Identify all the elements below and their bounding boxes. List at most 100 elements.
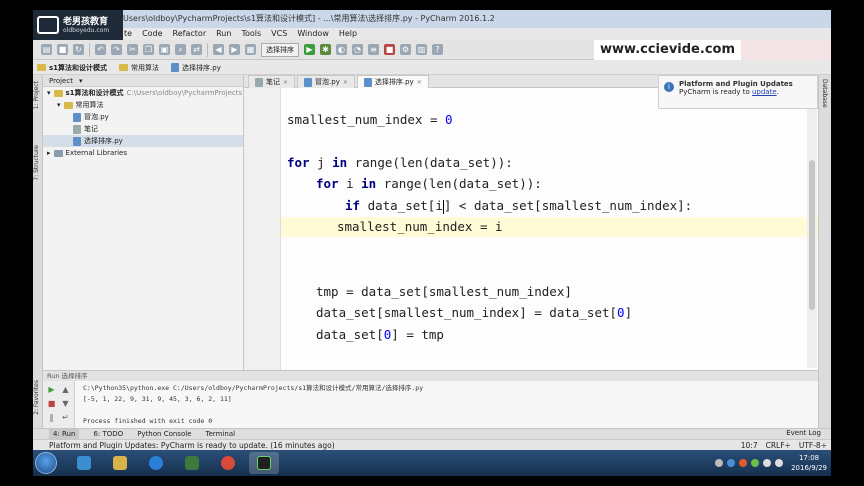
undo-icon[interactable]: ↶	[95, 44, 106, 55]
scroll-up-icon[interactable]: ▲	[61, 385, 70, 394]
editor-gutter[interactable]	[244, 88, 281, 370]
tree-root[interactable]: ▾ s1算法和设计模式 C:\Users\oldboy\PycharmProje…	[43, 87, 243, 99]
expand-arrow-icon[interactable]: ▾	[57, 99, 61, 111]
taskbar-app[interactable]	[177, 452, 207, 474]
stop-icon[interactable]: ■	[384, 44, 395, 55]
back-icon[interactable]: ◀	[213, 44, 224, 55]
tray-icon[interactable]	[751, 459, 760, 467]
rerun-icon[interactable]: ▶	[47, 385, 56, 394]
taskbar-app[interactable]	[213, 452, 243, 474]
update-notification[interactable]: i Platform and Plugin Updates PyCharm is…	[658, 75, 818, 109]
forward-icon[interactable]: ▶	[229, 44, 240, 55]
cut-icon[interactable]: ✂	[127, 44, 138, 55]
menu-navigate[interactable]: te	[123, 28, 133, 40]
status-message[interactable]: Platform and Plugin Updates: PyCharm is …	[49, 441, 335, 450]
chrome-icon	[221, 456, 235, 470]
menu-refactor[interactable]: Refactor	[172, 28, 208, 40]
profile-icon[interactable]: ◔	[352, 44, 363, 55]
scrollbar-thumb[interactable]	[809, 160, 815, 310]
breadcrumb-item[interactable]: 选择排序.py	[171, 63, 221, 73]
run-icon[interactable]: ▶	[304, 44, 315, 55]
tool-tab-python-console[interactable]: Python Console	[137, 429, 191, 439]
structure-tool-tab[interactable]: 7: Structure	[33, 145, 43, 181]
close-icon[interactable]: ✕	[417, 76, 422, 89]
tree-file-selected[interactable]: 选择排序.py	[43, 135, 243, 147]
update-link[interactable]: update	[752, 88, 777, 96]
menu-run[interactable]: Run	[215, 28, 232, 40]
code-text: smallest_num_index = i	[337, 219, 503, 234]
structure-icon[interactable]: ▥	[416, 44, 427, 55]
run-config-select[interactable]: 选择排序	[261, 42, 299, 57]
tool-tab-terminal[interactable]: Terminal	[205, 429, 235, 439]
editor-scrollbar[interactable]	[807, 90, 817, 368]
tray-icon[interactable]	[727, 459, 736, 467]
event-log-tab[interactable]: Event Log	[786, 428, 821, 439]
breadcrumb-item[interactable]: 常用算法	[119, 63, 159, 73]
network-icon[interactable]	[763, 459, 772, 467]
redo-icon[interactable]: ↷	[111, 44, 122, 55]
project-panel-title[interactable]: Project	[49, 75, 73, 86]
tool-tab-run[interactable]: 4: Run	[49, 429, 80, 439]
clock[interactable]: 17:08 2016/9/29	[791, 453, 827, 473]
scroll-down-icon[interactable]: ▼	[61, 399, 70, 408]
find-icon[interactable]: ⌕	[175, 44, 186, 55]
code-text: ]	[624, 305, 633, 320]
open-icon[interactable]: ▤	[41, 44, 52, 55]
start-button[interactable]	[35, 452, 57, 474]
close-icon[interactable]: ✕	[283, 76, 288, 89]
console-output[interactable]: C:\Python35\python.exe C:/Users/oldboy/P…	[83, 383, 423, 427]
pause-icon[interactable]: ‖	[47, 413, 56, 422]
watermark-band	[741, 40, 831, 60]
tree-root-path: C:\Users\oldboy\PycharmProjects	[126, 89, 243, 97]
code-text: data_set[	[316, 327, 384, 342]
tray-icon[interactable]	[739, 459, 748, 467]
database-tool-tab[interactable]: Database	[821, 79, 828, 108]
code-text: data_set[i	[360, 198, 443, 213]
menu-help[interactable]: Help	[338, 28, 358, 40]
concurrency-icon[interactable]: ≡	[368, 44, 379, 55]
tree-item-label: External Libraries	[65, 149, 128, 157]
editor-tab-active[interactable]: 选择排序.py ✕	[356, 75, 429, 89]
tree-external-libraries[interactable]: ▸ External Libraries	[43, 147, 243, 159]
tool-tab-todo[interactable]: 6: TODO	[93, 429, 123, 439]
tray-icon[interactable]	[715, 459, 724, 467]
menu-tools[interactable]: Tools	[240, 28, 262, 40]
wrap-icon[interactable]: ↵	[61, 413, 70, 422]
code-line: for i in range(len(data_set)):	[316, 174, 542, 194]
tree-file[interactable]: 冒泡.py	[43, 111, 243, 123]
dropdown-chevron-icon[interactable]: ▾	[79, 75, 83, 86]
menu-window[interactable]: Window	[296, 28, 330, 40]
close-icon[interactable]: ✕	[343, 76, 348, 89]
project-tool-tab[interactable]: 1: Project	[33, 81, 43, 109]
tree-item-label: 选择排序.py	[84, 137, 123, 145]
build-icon[interactable]: ▦	[245, 44, 256, 55]
settings-icon[interactable]: ⚙	[400, 44, 411, 55]
tree-folder[interactable]: ▾ 常用算法	[43, 99, 243, 111]
debug-icon[interactable]: ✱	[320, 44, 331, 55]
taskbar-app-active[interactable]	[249, 452, 279, 474]
editor-tab[interactable]: 冒泡.py ✕	[297, 75, 355, 88]
collapse-arrow-icon[interactable]: ▸	[47, 147, 51, 159]
taskbar-app[interactable]	[69, 452, 99, 474]
tree-file[interactable]: 笔记	[43, 123, 243, 135]
save-icon[interactable]: ■	[57, 44, 68, 55]
pycharm-icon	[257, 456, 271, 470]
expand-arrow-icon[interactable]: ▾	[47, 87, 51, 99]
code-editor[interactable]: smallest_num_index = 0 for j in range(le…	[281, 88, 818, 370]
sync-icon[interactable]: ↻	[73, 44, 84, 55]
copy-icon[interactable]: ❐	[143, 44, 154, 55]
taskbar-app[interactable]	[141, 452, 171, 474]
breadcrumb-item[interactable]: s1算法和设计模式	[37, 63, 107, 73]
taskbar-app[interactable]	[105, 452, 135, 474]
help-icon[interactable]: ?	[432, 44, 443, 55]
menu-code[interactable]: Code	[141, 28, 163, 40]
editor-tab[interactable]: 笔记 ✕	[248, 75, 296, 89]
coverage-icon[interactable]: ◐	[336, 44, 347, 55]
code-line: for j in range(len(data_set)):	[287, 153, 513, 173]
replace-icon[interactable]: ⇄	[191, 44, 202, 55]
menu-vcs[interactable]: VCS	[270, 28, 288, 40]
stop-icon[interactable]: ■	[47, 399, 56, 408]
favorites-tool-tab[interactable]: 2: Favorites	[33, 380, 43, 415]
volume-icon[interactable]	[775, 459, 784, 467]
paste-icon[interactable]: ▣	[159, 44, 170, 55]
